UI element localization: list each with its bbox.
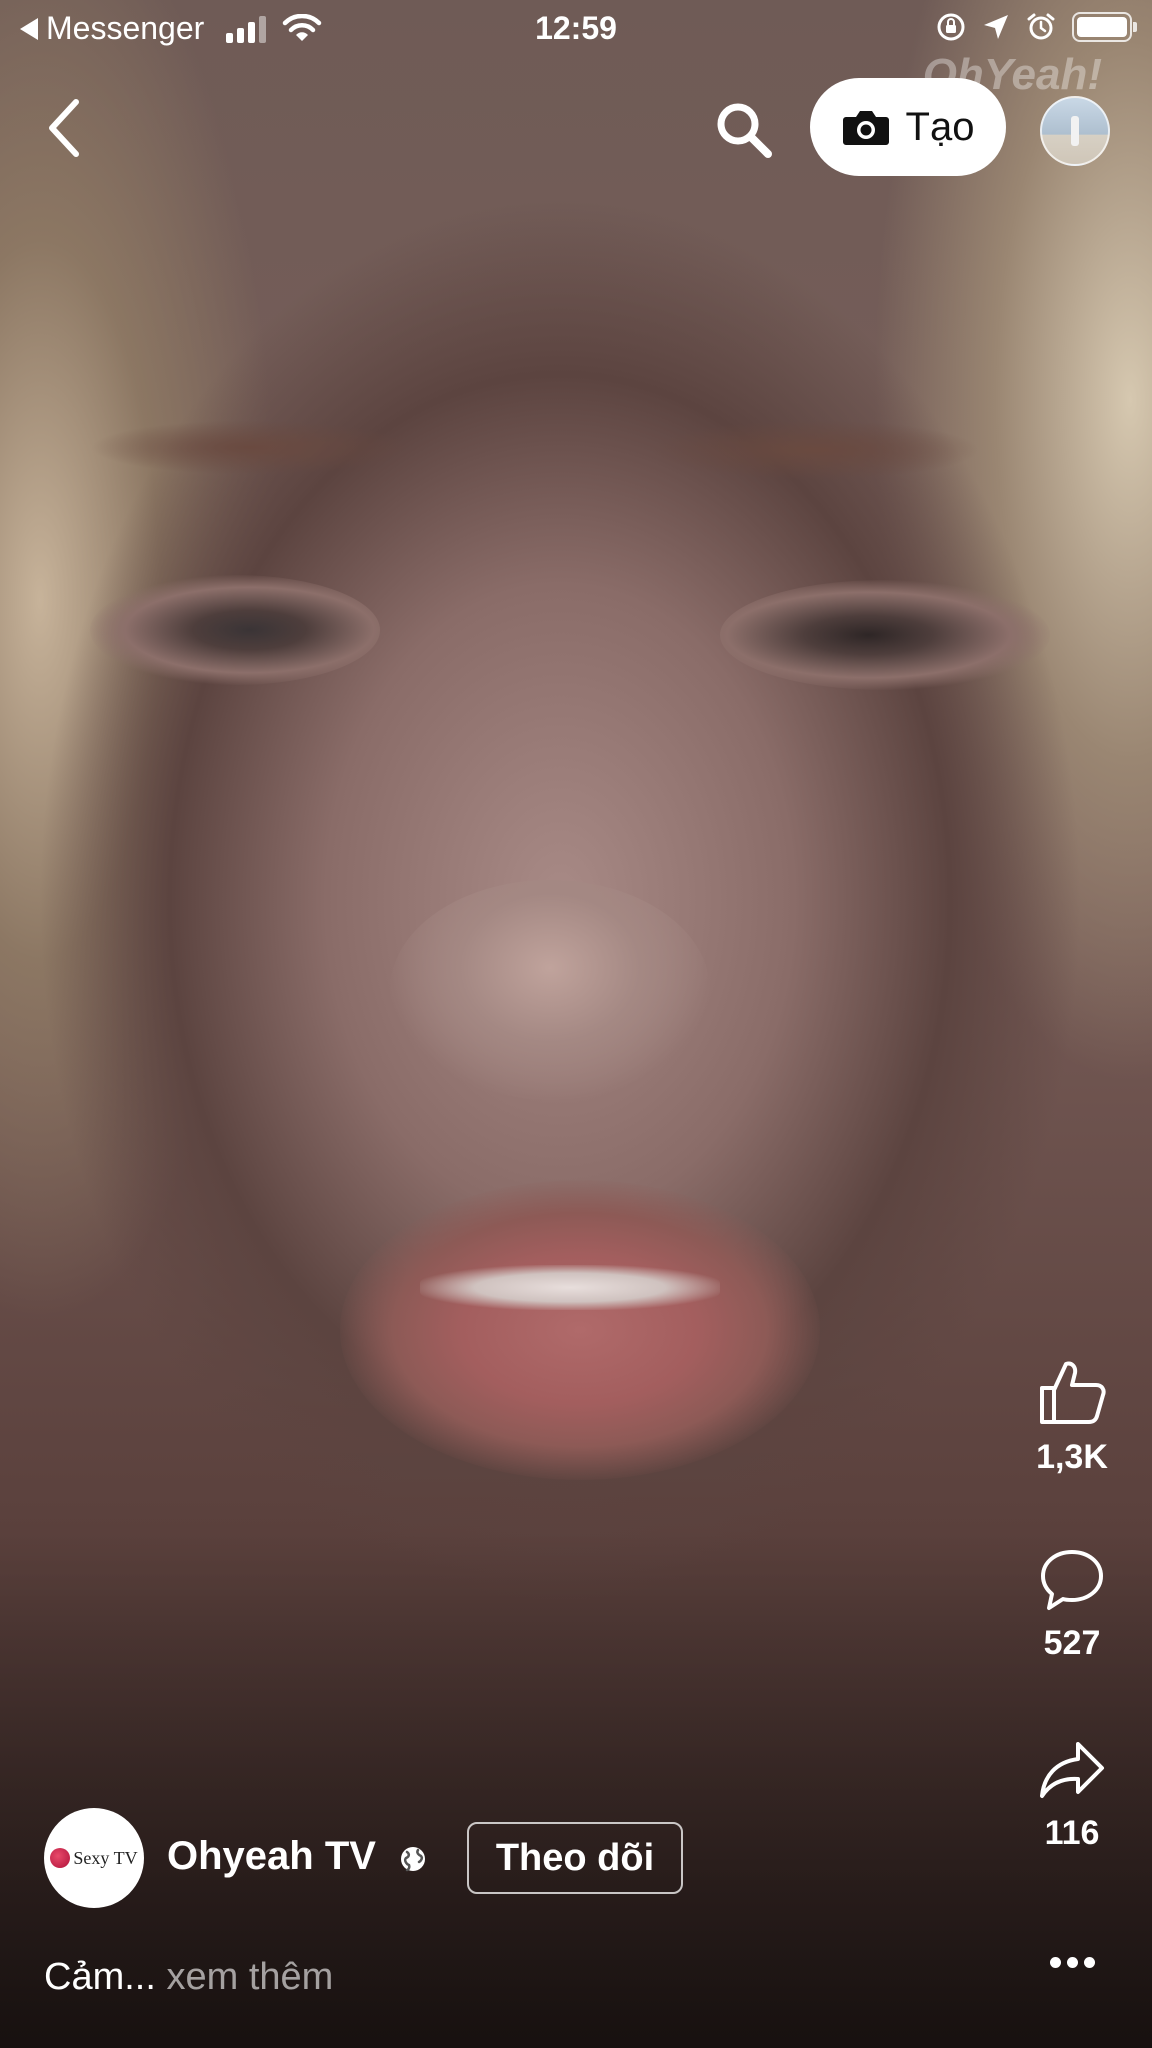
- video-frame-detail: [420, 1265, 720, 1310]
- follow-button[interactable]: Theo dõi: [467, 1822, 683, 1894]
- avatar-photo-detail: [1071, 116, 1079, 146]
- comment-bubble-icon: [1041, 1550, 1103, 1610]
- share-action[interactable]: 116: [1020, 1738, 1124, 1853]
- profile-avatar[interactable]: [1040, 96, 1110, 166]
- comment-count: 527: [1043, 1624, 1101, 1662]
- video-frame-detail: [340, 1180, 820, 1480]
- back-arrow-icon[interactable]: [40, 96, 92, 160]
- reel-video[interactable]: [0, 0, 1152, 2048]
- create-button-label: Tạo: [905, 104, 975, 149]
- comment-action[interactable]: 527: [1020, 1548, 1124, 1663]
- video-frame-detail: [720, 580, 1050, 690]
- see-more-link[interactable]: xem thêm: [166, 1956, 333, 1998]
- caption-text: Cảm...: [44, 1956, 156, 1998]
- search-icon[interactable]: [712, 98, 776, 162]
- video-frame-detail: [90, 575, 380, 685]
- orientation-lock-icon: [937, 13, 965, 41]
- like-action[interactable]: 1,3K: [1020, 1358, 1124, 1477]
- globe-icon: [401, 1847, 425, 1872]
- alarm-icon: [1027, 13, 1055, 40]
- location-arrow-icon: [984, 15, 1008, 39]
- battery-icon: [1072, 12, 1137, 42]
- logo-mark-icon: [50, 1848, 71, 1868]
- share-count: 116: [1044, 1814, 1100, 1852]
- caption: Cảm... xem thêm: [44, 1956, 333, 1999]
- video-frame-detail: [90, 420, 410, 475]
- like-count: 1,3K: [1036, 1438, 1108, 1476]
- video-frame-detail: [650, 420, 980, 480]
- share-arrow-icon: [1040, 1742, 1104, 1798]
- like-thumb-icon: [1040, 1361, 1106, 1424]
- camera-icon: [842, 111, 889, 145]
- create-button[interactable]: Tạo: [810, 78, 1006, 176]
- status-bar: Messenger 12:59: [0, 0, 1152, 58]
- author-logo-text: Sexy TV: [73, 1847, 138, 1868]
- video-frame-detail: [390, 880, 710, 1100]
- author-avatar[interactable]: Sexy TV: [44, 1808, 144, 1908]
- more-options-icon[interactable]: [1050, 1950, 1098, 1974]
- author-name[interactable]: Ohyeah TV: [167, 1834, 376, 1879]
